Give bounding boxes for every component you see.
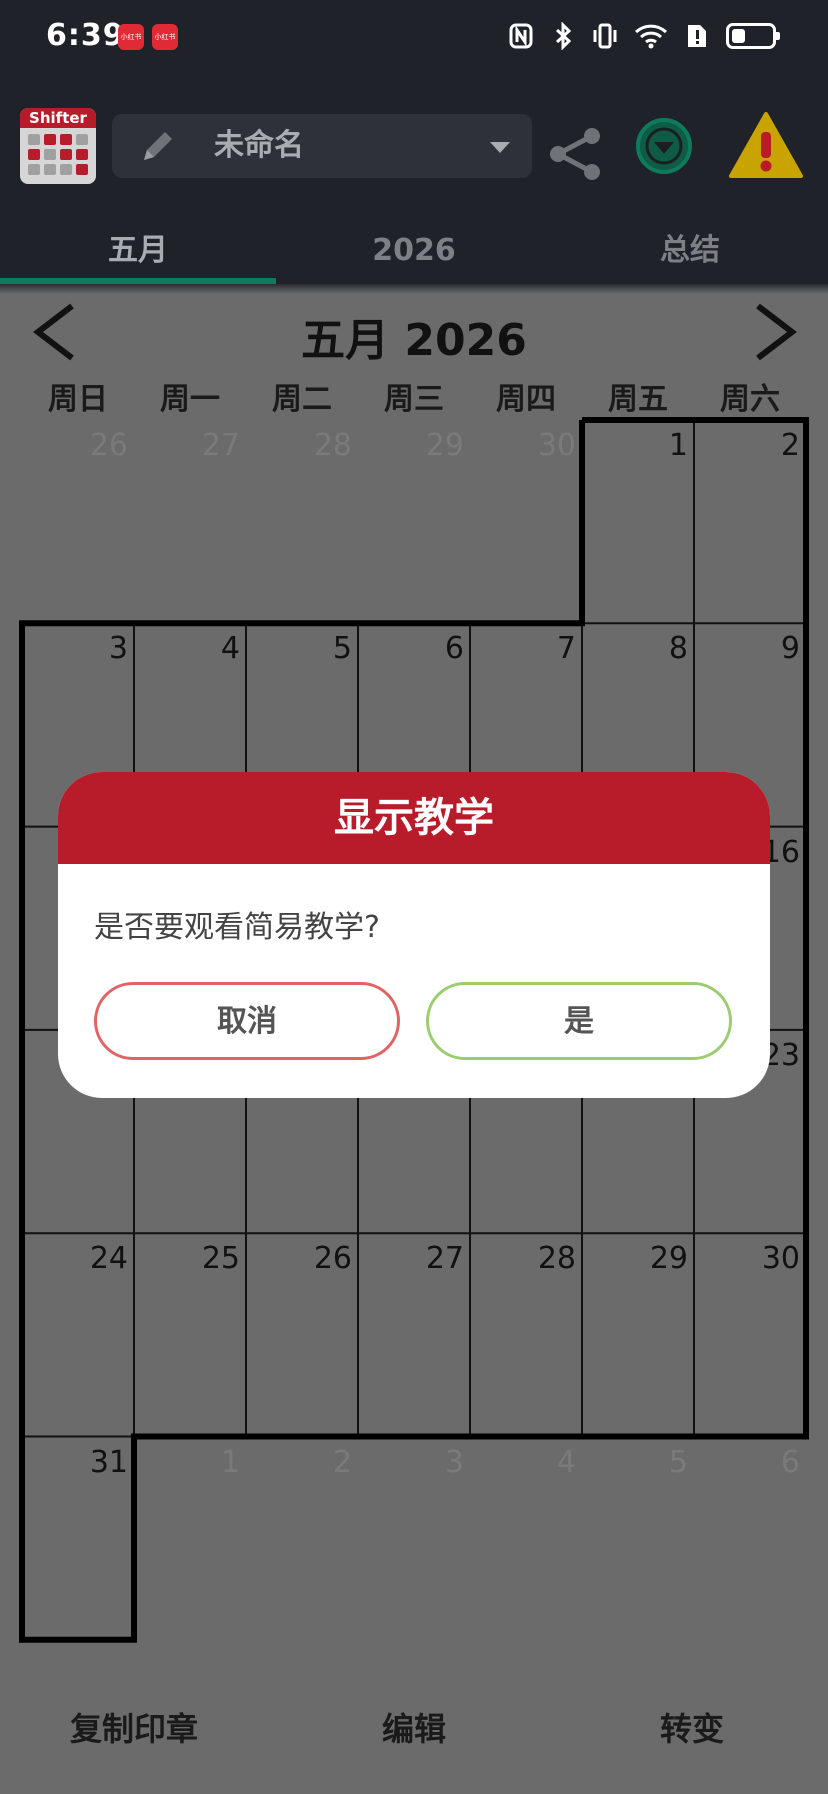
- shifter-logo[interactable]: Shifter: [20, 108, 96, 184]
- dialog-title: 显示教学: [58, 772, 770, 864]
- weekday-row: 周日 周一 周二 周三 周四 周五 周六: [22, 374, 806, 420]
- calendar-logo-icon: [20, 128, 96, 175]
- status-icons: [508, 22, 780, 50]
- dropdown-arrow-icon: [490, 142, 510, 153]
- pencil-icon: [144, 132, 172, 160]
- weekday-label: 周二: [272, 382, 332, 417]
- battery-icon: [726, 23, 780, 49]
- bluetooth-icon: [555, 22, 572, 50]
- month-tabs: 五月 2026 总结: [0, 218, 828, 284]
- weekday-label: 周五: [608, 382, 668, 417]
- warning-icon[interactable]: [728, 110, 804, 180]
- vibrate-icon: [593, 23, 617, 49]
- weekday-label: 周一: [160, 382, 220, 417]
- month-title: 五月 2026: [301, 315, 527, 366]
- edit-button[interactable]: 编辑: [382, 1704, 446, 1750]
- copy-stamp-button[interactable]: 复制印章: [70, 1704, 198, 1750]
- tab-year[interactable]: 2026: [276, 218, 552, 284]
- weekday-label: 周六: [720, 382, 780, 417]
- calendar-header: 五月 2026: [0, 296, 828, 366]
- sim-alert-icon: [688, 25, 706, 47]
- schedule-selector[interactable]: 未命名: [112, 114, 532, 178]
- share-icon[interactable]: [546, 126, 606, 182]
- status-time: 6:39: [46, 18, 125, 53]
- weekday-label: 周日: [48, 382, 108, 417]
- schedule-name: 未命名: [214, 128, 304, 163]
- download-circle-icon[interactable]: [634, 116, 694, 176]
- wifi-icon: [634, 24, 668, 49]
- confirm-button[interactable]: 是: [426, 982, 732, 1060]
- dialog-message: 是否要观看简易教学?: [94, 910, 380, 945]
- app-bar: Shifter 未命名: [0, 76, 828, 218]
- bottom-bar: 复制印章 编辑 转变: [0, 1680, 828, 1794]
- xiaohongshu-notification-icon: 小红书: [152, 24, 178, 50]
- tutorial-dialog: 显示教学 是否要观看简易教学? 取消 是: [58, 772, 770, 1098]
- tab-month[interactable]: 五月: [0, 218, 276, 284]
- transform-button[interactable]: 转变: [660, 1704, 724, 1750]
- logo-text: Shifter: [20, 108, 96, 128]
- status-bar: 6:39 小红书 小红书: [0, 0, 828, 76]
- weekday-label: 周三: [384, 382, 444, 417]
- xiaohongshu-notification-icon: 小红书: [118, 24, 144, 50]
- tab-summary[interactable]: 总结: [552, 218, 828, 284]
- weekday-label: 周四: [496, 382, 556, 417]
- next-month-arrow-icon[interactable]: [742, 300, 802, 364]
- nfc-icon: [509, 23, 533, 49]
- cancel-button[interactable]: 取消: [94, 982, 400, 1060]
